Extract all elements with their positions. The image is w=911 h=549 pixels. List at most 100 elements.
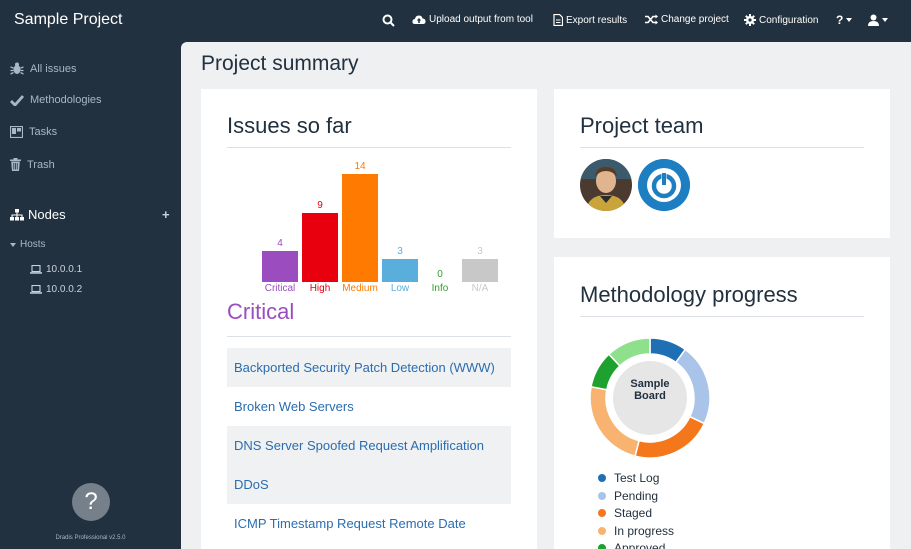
chart-category-label: Info xyxy=(431,283,449,294)
sidebar-item-methodologies[interactable]: Methodologies xyxy=(10,94,102,106)
chart-data-label: 3 xyxy=(397,246,403,257)
sidebar-item-label: Tasks xyxy=(29,126,58,138)
legend-label: Test Log xyxy=(614,471,660,485)
hosts-label: Hosts xyxy=(20,239,46,250)
page-title: Project summary xyxy=(201,52,359,75)
chart-bar[interactable] xyxy=(342,174,378,282)
legend-swatch xyxy=(598,474,606,482)
methodology-panel: Methodology progress Sample Board Test L… xyxy=(554,257,890,549)
issue-link[interactable]: DNS Server Spoofed Request Amplification xyxy=(227,426,511,465)
export-results-link[interactable]: Export results xyxy=(553,14,627,26)
user-dropdown[interactable] xyxy=(868,14,888,26)
legend-label: Approved xyxy=(614,541,666,549)
change-project-label: Change project xyxy=(661,14,729,25)
board-name: Sample Board xyxy=(615,378,685,402)
sidebar-item-label: All issues xyxy=(30,62,77,75)
divider xyxy=(580,147,864,148)
chart-category-label: Medium xyxy=(342,283,378,294)
chart-category-label: High xyxy=(309,283,331,294)
sitemap-icon xyxy=(10,208,24,220)
chart-data-label: 14 xyxy=(354,161,366,172)
divider xyxy=(580,316,864,317)
cloud-upload-icon xyxy=(412,15,426,24)
upload-output-label: Upload output from tool xyxy=(429,14,533,25)
legend-swatch xyxy=(598,509,606,517)
main-content: Project summary Issues so far 4 Critical 9… xyxy=(181,42,911,549)
node-host-2[interactable]: 10.0.0.2 xyxy=(30,284,82,295)
chart-bar[interactable] xyxy=(462,259,498,282)
chart-data-label: 0 xyxy=(437,269,443,280)
sidebar-item-label: Trash xyxy=(27,158,55,171)
sidebar: All issues Methodologies Tasks Trash Nod… xyxy=(0,42,181,549)
issue-link[interactable]: Broken Web Servers xyxy=(227,387,511,426)
version-label: Dradis Professional v2.5.0 xyxy=(55,535,126,541)
chart-bar[interactable] xyxy=(382,259,418,282)
sidebar-item-all-issues[interactable]: All issues xyxy=(10,62,76,75)
board-name-line: Board xyxy=(634,390,666,402)
sidebar-item-trash[interactable]: Trash xyxy=(10,158,55,171)
legend-swatch xyxy=(598,526,606,535)
legend-label: Pending xyxy=(614,488,659,503)
help-label: ? xyxy=(836,13,844,27)
chart-category-label: N/A xyxy=(471,283,489,294)
issues-bar-chart: 4 Critical 9 High 14 Medium 3 Low 0 Info 3 N/A xyxy=(201,89,537,299)
help-dropdown[interactable]: ? xyxy=(836,13,853,27)
issue-link[interactable]: DDoS xyxy=(227,465,511,504)
file-icon xyxy=(553,14,563,26)
chart-category-label: Critical xyxy=(264,283,296,294)
project-team-title: Project team xyxy=(580,113,704,138)
upload-output-link[interactable]: Upload output from tool xyxy=(412,14,533,25)
project-team-panel: Project team xyxy=(554,89,890,238)
chart-bar[interactable] xyxy=(262,251,298,282)
caret-down-icon xyxy=(846,18,853,22)
user-photo-icon xyxy=(580,159,632,211)
host-label: 10.0.0.1 xyxy=(46,264,83,275)
legend-swatch xyxy=(598,544,606,549)
chart-bar[interactable] xyxy=(302,213,338,282)
chart-data-label: 9 xyxy=(317,200,323,211)
hosts-toggle[interactable]: Hosts xyxy=(10,239,46,250)
sidebar-item-tasks[interactable]: Tasks xyxy=(10,126,57,138)
legend-item: Test Log xyxy=(598,471,659,485)
issues-panel: Issues so far 4 Critical 9 High 14 Medium 3 Low… xyxy=(201,89,537,549)
search-icon xyxy=(382,14,395,27)
project-brand[interactable]: Sample Project xyxy=(14,11,123,29)
add-node-button[interactable]: + xyxy=(162,207,170,222)
legend-label: In progress xyxy=(614,523,675,538)
legend-item: Pending xyxy=(598,489,658,503)
help-button[interactable]: ? xyxy=(72,483,110,521)
chart-data-label: 3 xyxy=(477,246,483,257)
avatar[interactable] xyxy=(638,159,690,211)
board-icon xyxy=(10,126,23,138)
legend-swatch xyxy=(598,491,606,500)
gear-icon xyxy=(744,14,756,26)
bug-icon xyxy=(10,62,24,75)
legend-item: Approved xyxy=(598,541,665,549)
divider xyxy=(227,336,511,337)
change-project-link[interactable]: Change project xyxy=(645,14,729,25)
nodes-heading: Nodes xyxy=(10,207,66,222)
avatar[interactable] xyxy=(580,159,632,211)
sidebar-item-label: Methodologies xyxy=(30,94,102,106)
caret-down-icon xyxy=(882,18,888,22)
issue-link[interactable]: ICMP Timestamp Request Remote Date xyxy=(227,504,511,543)
issue-link[interactable]: Backported Security Patch Detection (WWW… xyxy=(227,348,511,387)
top-navbar: Sample Project Upload output from tool E… xyxy=(0,0,911,42)
legend-item: Staged xyxy=(598,506,652,520)
power-logo-icon xyxy=(638,159,690,211)
board-name-line: Sample xyxy=(630,378,670,390)
configuration-link[interactable]: Configuration xyxy=(744,14,818,26)
laptop-icon xyxy=(30,285,42,294)
host-label: 10.0.0.2 xyxy=(46,284,83,295)
configuration-label: Configuration xyxy=(759,14,819,26)
user-icon xyxy=(868,14,879,26)
export-results-label: Export results xyxy=(566,14,628,26)
shuffle-icon xyxy=(645,14,658,25)
methodology-title: Methodology progress xyxy=(580,282,798,307)
caret-down-icon xyxy=(10,242,16,247)
node-host-1[interactable]: 10.0.0.1 xyxy=(30,264,82,275)
search-button[interactable] xyxy=(382,14,395,27)
critical-heading: Critical xyxy=(227,299,295,324)
legend-item: In progress xyxy=(598,524,674,538)
nodes-label: Nodes xyxy=(28,207,66,222)
